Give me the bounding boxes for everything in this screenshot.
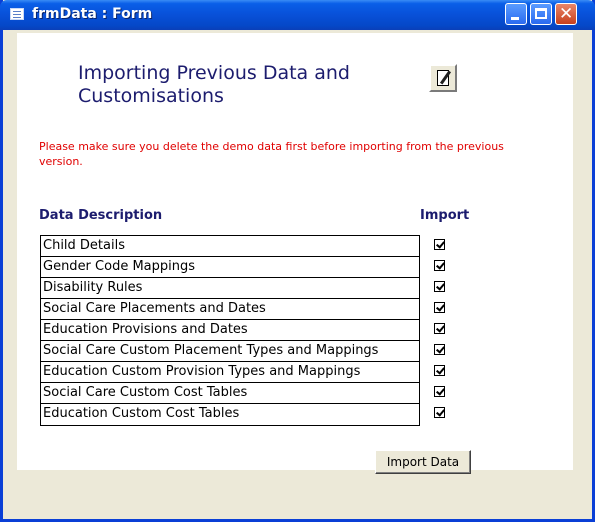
import-checkbox[interactable]	[434, 239, 445, 250]
maximize-icon	[535, 8, 547, 19]
import-checkbox[interactable]	[434, 260, 445, 271]
window-title: frmData : Form	[32, 6, 153, 22]
form-body: Importing Previous Data and Customisatio…	[17, 33, 573, 474]
import-checkbox[interactable]	[434, 344, 445, 355]
minimize-icon	[511, 17, 519, 20]
warning-message: Please make sure you delete the demo dat…	[39, 140, 504, 168]
maximize-button[interactable]	[530, 3, 552, 25]
import-checkbox[interactable]	[434, 302, 445, 313]
table-row: Social Care Custom Placement Types and M…	[41, 341, 419, 362]
data-table: Child Details Gender Code Mappings Disab…	[40, 235, 420, 426]
import-checkbox-column	[434, 239, 445, 428]
close-button[interactable]: ✕	[555, 3, 577, 25]
table-row: Social Care Placements and Dates	[41, 299, 419, 320]
import-checkbox[interactable]	[434, 323, 445, 334]
table-row: Education Custom Provision Types and Map…	[41, 362, 419, 383]
title-bar[interactable]: frmData : Form ✕	[0, 0, 595, 30]
table-row: Gender Code Mappings	[41, 257, 419, 278]
column-header-import: Import	[420, 208, 470, 223]
import-checkbox[interactable]	[434, 407, 445, 418]
close-icon: ✕	[559, 4, 574, 24]
table-row: Social Care Custom Cost Tables	[41, 383, 419, 404]
minimize-button[interactable]	[505, 3, 527, 25]
import-checkbox[interactable]	[434, 386, 445, 397]
page-title: Importing Previous Data and Customisatio…	[78, 62, 350, 107]
import-checkbox[interactable]	[434, 281, 445, 292]
table-row: Disability Rules	[41, 278, 419, 299]
column-header-description: Data Description	[39, 208, 163, 223]
table-row: Child Details	[41, 236, 419, 257]
form-window: frmData : Form ✕ Importing Previous Data…	[0, 0, 595, 522]
edit-form-icon[interactable]	[429, 64, 457, 92]
table-row: Education Provisions and Dates	[41, 320, 419, 341]
form-icon	[10, 8, 24, 20]
table-row: Education Custom Cost Tables	[43, 406, 240, 421]
import-data-button[interactable]: Import Data	[375, 450, 471, 474]
import-checkbox[interactable]	[434, 365, 445, 376]
